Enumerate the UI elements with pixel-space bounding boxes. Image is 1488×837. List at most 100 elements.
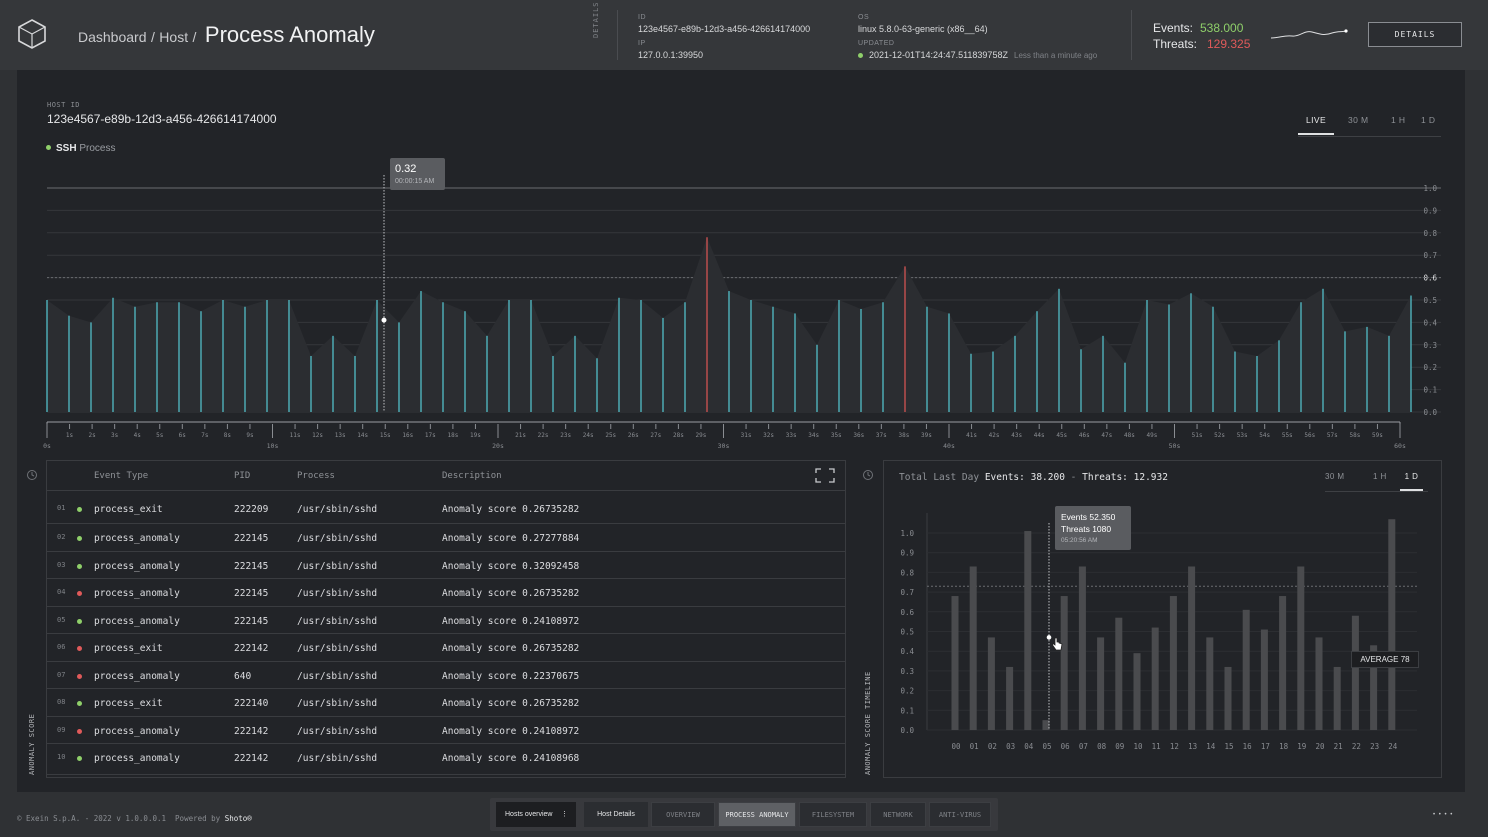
- tab-live[interactable]: LIVE: [1298, 115, 1334, 135]
- status-dot: [77, 646, 82, 651]
- x-tick-label: 13: [1188, 742, 1197, 751]
- page-title: Process Anomaly: [204, 22, 375, 47]
- table-row[interactable]: 03 process_anomaly 222145/usr/sbin/sshd Ano…: [47, 552, 845, 579]
- table-row[interactable]: 04 process_anomaly 222145/usr/sbin/sshd Ano…: [47, 579, 845, 607]
- timeline-panel: Total Last Day Events: 38.200 - Threats:…: [864, 460, 1442, 779]
- description-cell: Anomaly score 0.26735282: [442, 588, 580, 599]
- process-cell: /usr/sbin/sshd: [297, 616, 378, 627]
- copyright-text: © Exein S.p.A. - 2022 v 1.0.0.0.1: [17, 814, 167, 823]
- table-side-label: ANOMALY SCORE: [28, 713, 36, 775]
- x-major-label: 50s: [1169, 442, 1181, 450]
- pid-cell: 640: [234, 671, 252, 682]
- x-tick-label: 12: [1170, 742, 1179, 751]
- data-bar: [1315, 637, 1323, 730]
- logo-icon[interactable]: [16, 18, 48, 50]
- ip-label: IP: [638, 40, 646, 47]
- y-tick-label: 0.0: [1423, 408, 1437, 417]
- row-number: 07: [57, 671, 66, 679]
- nav-filesystem[interactable]: FILESYSTEM: [799, 802, 867, 827]
- tooltip-time: 00:00:15 AM: [395, 178, 435, 185]
- nav-anti-virus[interactable]: ANTI-VIRUS: [929, 802, 991, 827]
- column-header-process[interactable]: Process: [297, 471, 335, 481]
- y-tick-label: 0.1: [900, 706, 914, 715]
- data-bar: [1151, 627, 1159, 730]
- hosts-overview-button[interactable]: Hosts overview ⋮: [496, 802, 576, 827]
- table-row[interactable]: 09 process_anomaly 222142/usr/sbin/sshd Ano…: [47, 717, 845, 744]
- x-tick-label: 09: [1115, 742, 1124, 751]
- x-minor-label: 17s: [425, 432, 436, 439]
- status-dot: [77, 756, 82, 761]
- row-number: 04: [57, 588, 66, 596]
- data-bar: [1169, 596, 1177, 730]
- y-tick-label: 0.9: [900, 549, 914, 558]
- brand[interactable]: Shoto®: [225, 814, 252, 823]
- tab-1d[interactable]: 1 D: [1421, 115, 1435, 125]
- x-minor-label: 43s: [1011, 432, 1022, 439]
- x-major-label: 20s: [492, 442, 504, 450]
- process-cell: /usr/sbin/sshd: [297, 753, 378, 764]
- tooltip-value: 0.32: [395, 163, 417, 175]
- details-button[interactable]: DETAILS: [1368, 22, 1462, 47]
- status-dot: [77, 564, 82, 569]
- table-row[interactable]: 02 process_anomaly 222145/usr/sbin/sshd Ano…: [47, 524, 845, 552]
- y-tick-label: 0.3: [1423, 341, 1437, 350]
- nav-overview[interactable]: OVERVIEW: [651, 802, 715, 827]
- x-tick-label: 16: [1243, 742, 1253, 751]
- breadcrumb-dashboard[interactable]: Dashboard: [78, 29, 147, 45]
- history-icon[interactable]: [26, 469, 38, 481]
- column-header-pid[interactable]: PID: [234, 471, 250, 481]
- kebab-menu-icon[interactable]: ⋮: [561, 802, 568, 827]
- process-cell: /usr/sbin/sshd: [297, 588, 378, 599]
- table-row[interactable]: 05 process_anomaly 222145/usr/sbin/sshd Ano…: [47, 607, 845, 634]
- pid-cell: 222142: [234, 643, 269, 654]
- column-header-event-type[interactable]: Event Type: [94, 471, 148, 481]
- event-type-cell: process_anomaly: [94, 561, 180, 572]
- x-minor-label: 27s: [650, 432, 661, 439]
- tab-30m[interactable]: 30 M: [1348, 115, 1369, 125]
- anomaly-timeline-chart[interactable]: 1.0 0.9 0.8 0.7 0.6 0.5 0.4 0.3 0.2 0.1 0.0 00 01 02 0…: [884, 493, 1441, 779]
- x-tick-label: 20: [1315, 742, 1325, 751]
- table-row[interactable]: 08 process_exit 222140/usr/sbin/sshd Anomal…: [47, 689, 845, 717]
- table-row[interactable]: 01 process_exit 222209/usr/sbin/sshd Anomal…: [47, 491, 845, 524]
- data-bar: [1133, 653, 1141, 730]
- x-minor-label: 35s: [831, 432, 842, 439]
- x-tick-label: 04: [1024, 742, 1034, 751]
- description-cell: Anomaly score 0.24108968: [442, 753, 580, 764]
- row-number: 03: [57, 561, 66, 569]
- fullscreen-icon[interactable]: [815, 468, 835, 483]
- row-number: 06: [57, 643, 66, 651]
- nav-process-anomaly[interactable]: PROCESS ANOMALY: [718, 802, 796, 827]
- y-tick-label: 0.3: [900, 667, 914, 676]
- summary-threats-value: 12.932: [1133, 472, 1168, 483]
- row-number: 08: [57, 698, 66, 706]
- hand-cursor-icon: [1052, 637, 1063, 651]
- y-tick-label: 0.4: [1423, 318, 1437, 327]
- tab-1h[interactable]: 1 H: [1391, 115, 1405, 125]
- tab-1h[interactable]: 1 H: [1373, 472, 1387, 481]
- event-type-cell: process_anomaly: [94, 671, 180, 682]
- x-minor-label: 33s: [786, 432, 797, 439]
- x-minor-label: 2s: [88, 432, 96, 439]
- nav-network[interactable]: NETWORK: [870, 802, 926, 827]
- row-number: 01: [57, 504, 66, 512]
- data-bar: [1388, 519, 1396, 730]
- breadcrumb-host[interactable]: Host: [159, 29, 188, 45]
- tab-1d[interactable]: 1 D: [1400, 472, 1423, 491]
- table-row[interactable]: 10 process_anomaly 222142/usr/sbin/sshd Ano…: [47, 744, 845, 775]
- table-row[interactable]: 06 process_exit 222142/usr/sbin/sshd Anomal…: [47, 634, 845, 662]
- tab-30m[interactable]: 30 M: [1325, 472, 1344, 481]
- status-dot: [77, 591, 82, 596]
- x-minor-label: 45s: [1056, 432, 1067, 439]
- table-row[interactable]: 07 process_anomaly 640/usr/sbin/sshd Anomal…: [47, 662, 845, 689]
- history-icon[interactable]: [862, 469, 874, 481]
- host-details-button[interactable]: Host Details: [584, 802, 648, 827]
- column-header-description[interactable]: Description: [442, 471, 502, 481]
- tooltip-threats-value: 1080: [1092, 524, 1112, 534]
- x-minor-label: 39s: [921, 432, 932, 439]
- live-anomaly-chart[interactable]: 1.00.90.80.70.60.50.40.30.20.10.00s1s 2s 3…: [17, 150, 1465, 470]
- x-minor-label: 38s: [898, 432, 909, 439]
- data-bar: [1242, 609, 1250, 730]
- pagination-dots[interactable]: • • • •: [1433, 812, 1453, 818]
- row-number: 02: [57, 533, 66, 541]
- hosts-overview-label: Hosts overview: [505, 811, 553, 818]
